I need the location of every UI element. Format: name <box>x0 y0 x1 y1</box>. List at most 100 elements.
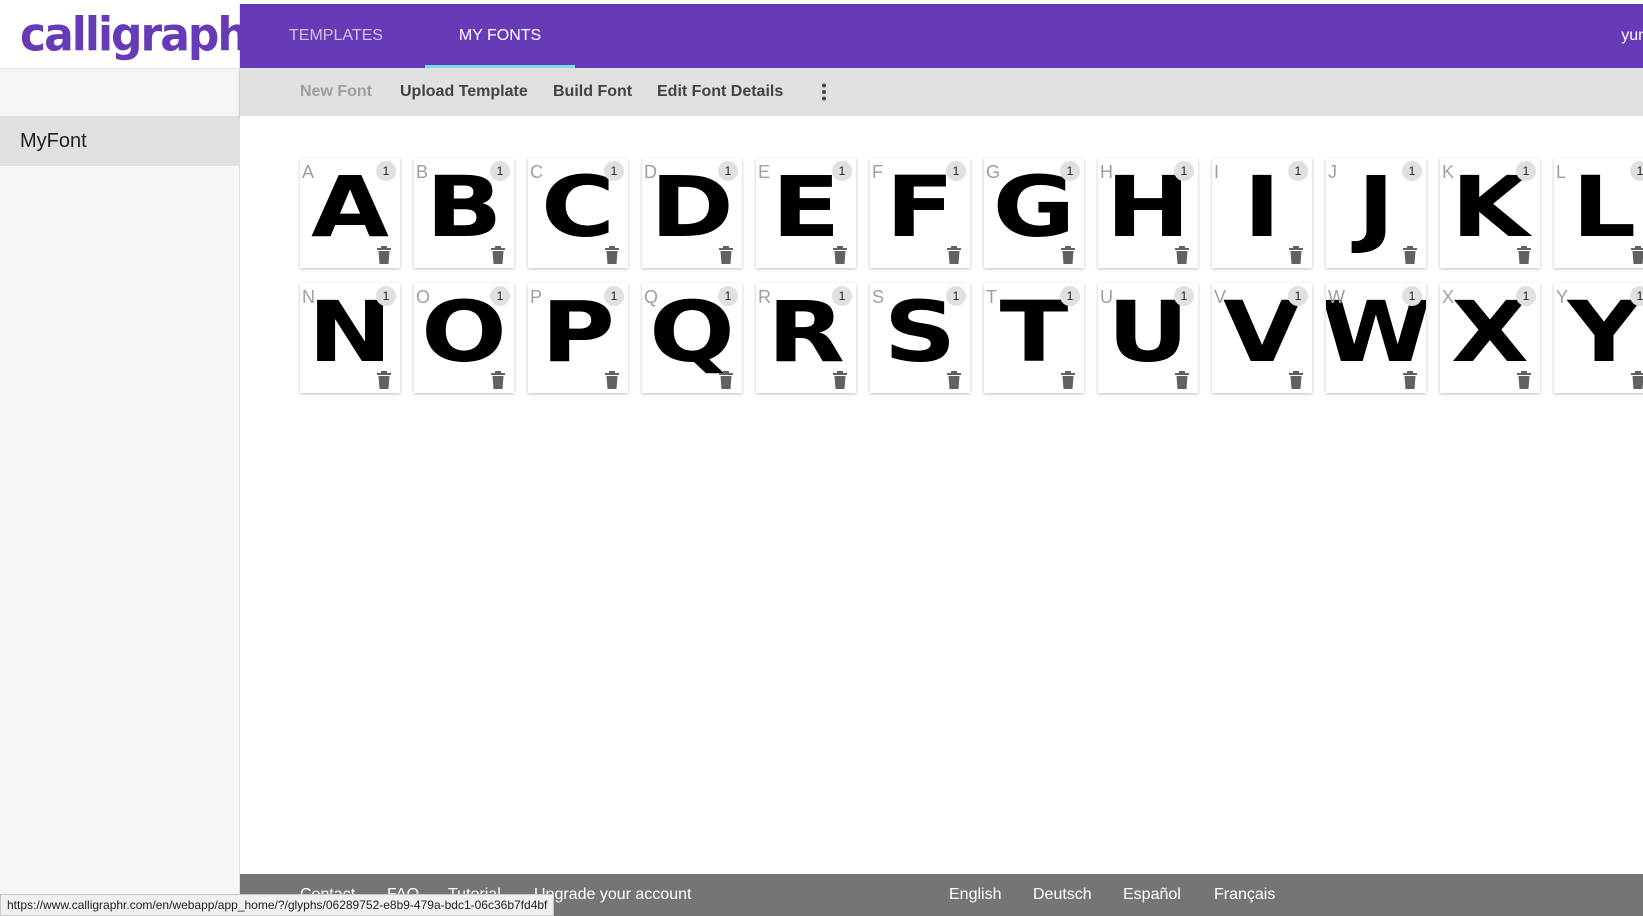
glyph-label: K <box>1442 162 1455 182</box>
delete-icon[interactable] <box>1060 371 1076 389</box>
glyph-label: L <box>1556 162 1567 182</box>
glyph-count-badge: 1 <box>718 286 738 306</box>
app-logo[interactable]: calligraphr <box>20 12 268 59</box>
glyph-card[interactable]: CC1 <box>528 158 628 268</box>
glyph-card[interactable]: II1 <box>1212 158 1312 268</box>
delete-icon[interactable] <box>1174 246 1190 264</box>
glyph-card[interactable]: JJ1 <box>1326 158 1426 268</box>
glyph-label: Q <box>644 287 659 307</box>
delete-icon[interactable] <box>1516 371 1532 389</box>
glyph-label: G <box>986 162 1001 182</box>
glyph-card[interactable]: WW1 <box>1326 283 1426 393</box>
delete-icon[interactable] <box>1630 371 1643 389</box>
glyph-label: H <box>1100 162 1113 182</box>
glyph-label: U <box>1100 287 1113 307</box>
edit-font-details-button[interactable]: Edit Font Details <box>657 68 783 116</box>
glyph-card[interactable]: SS1 <box>870 283 970 393</box>
delete-icon[interactable] <box>376 246 392 264</box>
new-font-button[interactable]: New Font <box>300 68 372 116</box>
delete-icon[interactable] <box>1060 246 1076 264</box>
tab-templates-label: TEMPLATES <box>289 27 383 44</box>
glyph-count-badge: 1 <box>490 286 510 306</box>
delete-icon[interactable] <box>376 371 392 389</box>
glyph-card[interactable]: XX1 <box>1440 283 1540 393</box>
delete-icon[interactable] <box>718 246 734 264</box>
delete-icon[interactable] <box>1174 371 1190 389</box>
delete-icon[interactable] <box>832 246 848 264</box>
glyph-card[interactable]: BB1 <box>414 158 514 268</box>
delete-icon[interactable] <box>1402 371 1418 389</box>
glyph-label: O <box>416 287 431 307</box>
glyph-label: N <box>302 287 315 307</box>
build-font-button[interactable]: Build Font <box>553 68 632 116</box>
glyph-card[interactable]: UU1 <box>1098 283 1198 393</box>
glyph-label: D <box>644 162 657 182</box>
tab-my-fonts[interactable]: MY FONTS <box>425 4 575 68</box>
glyph-preview: L <box>1571 158 1637 256</box>
font-toolbar: New Font Upload Template Build Font Edit… <box>240 68 1643 116</box>
tab-templates[interactable]: TEMPLATES <box>266 4 406 68</box>
glyph-label: I <box>1214 162 1220 182</box>
glyph-card[interactable]: FF1 <box>870 158 970 268</box>
delete-icon[interactable] <box>1516 246 1532 264</box>
delete-icon[interactable] <box>718 371 734 389</box>
more-vert-icon[interactable] <box>812 80 836 104</box>
glyph-count-badge: 1 <box>1516 161 1536 181</box>
glyph-card[interactable]: PP1 <box>528 283 628 393</box>
glyph-label: A <box>302 162 315 182</box>
glyph-count-badge: 1 <box>1288 286 1308 306</box>
upload-template-button[interactable]: Upload Template <box>400 68 528 116</box>
glyph-label: J <box>1328 162 1337 182</box>
delete-icon[interactable] <box>832 371 848 389</box>
glyph-card[interactable]: EE1 <box>756 158 856 268</box>
language-espanol-link[interactable]: Español <box>1123 874 1181 916</box>
language-english-link[interactable]: English <box>949 874 1001 916</box>
glyph-card[interactable]: RR1 <box>756 283 856 393</box>
delete-icon[interactable] <box>490 371 506 389</box>
glyph-card[interactable]: NN1 <box>300 283 400 393</box>
delete-icon[interactable] <box>490 246 506 264</box>
delete-icon[interactable] <box>1288 246 1304 264</box>
glyph-count-badge: 1 <box>1630 161 1643 181</box>
sidebar-item-label: MyFont <box>20 129 87 152</box>
glyph-count-badge: 1 <box>832 286 852 306</box>
glyph-count-badge: 1 <box>1516 286 1536 306</box>
glyph-count-badge: 1 <box>604 161 624 181</box>
glyph-card[interactable]: OO1 <box>414 283 514 393</box>
glyph-count-badge: 1 <box>1060 161 1080 181</box>
sidebar: calligraphr MyFont <box>0 4 268 916</box>
delete-icon[interactable] <box>604 246 620 264</box>
footer-upgrade-link[interactable]: Upgrade your account <box>534 874 691 916</box>
glyph-card[interactable]: LL1 <box>1554 158 1643 268</box>
glyph-card[interactable]: DD1 <box>642 158 742 268</box>
glyph-label: B <box>416 162 429 182</box>
delete-icon[interactable] <box>946 371 962 389</box>
glyph-card[interactable]: AA1 <box>300 158 400 268</box>
language-deutsch-link[interactable]: Deutsch <box>1033 874 1092 916</box>
logo-area[interactable]: calligraphr <box>0 4 268 69</box>
delete-icon[interactable] <box>1288 371 1304 389</box>
glyph-card[interactable]: GG1 <box>984 158 1084 268</box>
language-francais-link[interactable]: Français <box>1214 874 1275 916</box>
glyph-card[interactable]: KK1 <box>1440 158 1540 268</box>
glyph-card[interactable]: YY1 <box>1554 283 1643 393</box>
delete-icon[interactable] <box>1402 246 1418 264</box>
glyph-count-badge: 1 <box>946 286 966 306</box>
glyph-label: P <box>530 287 543 307</box>
glyph-card[interactable]: VV1 <box>1212 283 1312 393</box>
delete-icon[interactable] <box>1630 246 1643 264</box>
user-menu[interactable]: yun <box>1621 4 1643 68</box>
glyph-card[interactable]: TT1 <box>984 283 1084 393</box>
glyph-card[interactable]: QQ1 <box>642 283 742 393</box>
sidebar-item-myfont[interactable]: MyFont <box>0 116 239 166</box>
delete-icon[interactable] <box>604 371 620 389</box>
glyph-count-badge: 1 <box>1402 161 1422 181</box>
glyph-card[interactable]: HH1 <box>1098 158 1198 268</box>
glyph-count-badge: 1 <box>832 161 852 181</box>
glyph-label: E <box>758 162 771 182</box>
delete-icon[interactable] <box>946 246 962 264</box>
glyph-count-badge: 1 <box>490 161 510 181</box>
glyph-count-badge: 1 <box>946 161 966 181</box>
glyph-label: Y <box>1556 287 1569 307</box>
glyph-count-badge: 1 <box>1402 286 1422 306</box>
